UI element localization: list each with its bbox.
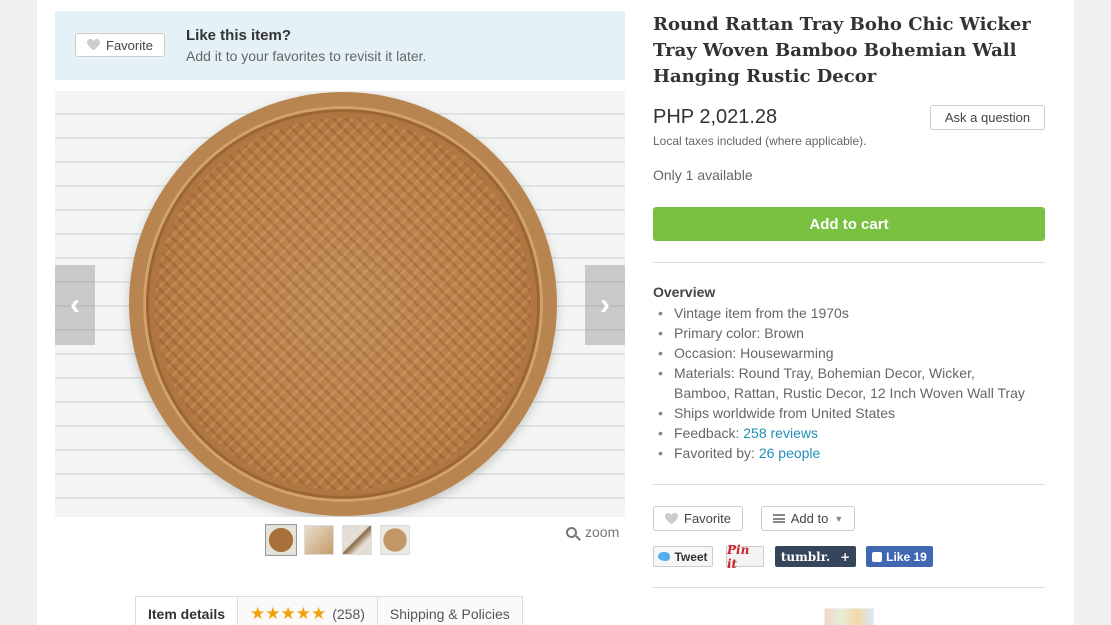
listing-title: Round Rattan Tray Boho Chic Wicker Tray … bbox=[653, 14, 1031, 87]
plus-icon: + bbox=[840, 549, 851, 564]
zoom-button[interactable]: zoom bbox=[566, 524, 619, 540]
tab-shipping-policies[interactable]: Shipping & Policies bbox=[377, 597, 522, 625]
divider bbox=[653, 587, 1045, 588]
overview-materials-line1: Materials: Round Tray, Bohemian Decor, W… bbox=[674, 365, 975, 381]
thumbnail-1[interactable] bbox=[265, 524, 297, 556]
facebook-like-button[interactable]: Like 19 bbox=[866, 546, 933, 567]
list-item: Occasion: Housewarming bbox=[653, 343, 1053, 363]
banner-subtitle: Add it to your favorites to revisit it l… bbox=[186, 48, 427, 64]
pin-label: Pin it bbox=[727, 542, 750, 571]
list-item: Vintage item from the 1970s bbox=[653, 303, 1053, 323]
heart-icon bbox=[665, 512, 679, 524]
add-to-label: Add to bbox=[790, 511, 829, 526]
ask-question-button[interactable]: Ask a question bbox=[930, 105, 1045, 130]
listing-page: Favorite Like this item? Add it to your … bbox=[37, 0, 1074, 625]
rattan-tray-photo bbox=[129, 92, 557, 516]
overview-heading: Overview bbox=[653, 284, 716, 300]
zoom-label: zoom bbox=[585, 524, 620, 540]
tab-item-details[interactable]: Item details bbox=[136, 597, 239, 625]
list-item: Ships worldwide from United States bbox=[653, 403, 1053, 423]
favorited-people-link[interactable]: 26 people bbox=[759, 445, 821, 461]
overview-list: Vintage item from the 1970s Primary colo… bbox=[653, 303, 1053, 463]
tumblr-label: tumblr. bbox=[780, 549, 831, 564]
favorited-label: Favorited by: bbox=[674, 445, 755, 461]
pinterest-button[interactable]: Pin it bbox=[726, 543, 764, 571]
overview-color: Primary color: Brown bbox=[674, 325, 804, 341]
overview-shipping: Ships worldwide from United States bbox=[674, 405, 895, 421]
tab-reviews[interactable]: ★★★★★ (258) bbox=[238, 597, 378, 625]
shop-banner-thumbnail[interactable] bbox=[824, 608, 874, 625]
tumblr-button[interactable]: tumblr. + bbox=[775, 546, 856, 567]
listing-price: PHP 2,021.28 bbox=[653, 106, 778, 128]
tab-shipping-label: Shipping & Policies bbox=[389, 606, 510, 622]
list-icon bbox=[772, 514, 785, 523]
divider bbox=[653, 262, 1045, 263]
banner-favorite-label: Favorite bbox=[106, 37, 153, 53]
caret-down-icon: ▼ bbox=[834, 513, 844, 524]
overview-materials-line2: Bamboo, Rattan, Rustic Decor, 12 Inch Wo… bbox=[674, 385, 1025, 401]
magnifier-icon bbox=[566, 526, 577, 538]
feedback-label: Feedback: bbox=[674, 425, 740, 441]
chevron-right-icon: › bbox=[600, 288, 610, 321]
taxes-note: Local taxes included (where applicable). bbox=[653, 134, 867, 148]
favorite-button[interactable]: Favorite bbox=[653, 506, 743, 531]
thumbnail-2[interactable] bbox=[304, 525, 334, 555]
fb-like-label: Like 19 bbox=[886, 549, 927, 564]
list-item: Feedback: 258 reviews bbox=[653, 423, 1053, 443]
thumbnail-4[interactable] bbox=[380, 525, 410, 555]
availability-text: Only 1 available bbox=[653, 167, 753, 183]
thumbnail-strip bbox=[265, 524, 410, 556]
list-item: Primary color: Brown bbox=[653, 323, 1053, 343]
feedback-reviews-link[interactable]: 258 reviews bbox=[743, 425, 818, 441]
star-rating: ★★★★★ bbox=[250, 604, 327, 623]
overview-occasion: Occasion: Housewarming bbox=[674, 345, 834, 361]
reviews-count: (258) bbox=[332, 606, 365, 622]
chevron-left-icon: ‹ bbox=[70, 288, 80, 321]
banner-title: Like this item? bbox=[186, 27, 292, 44]
heart-icon bbox=[87, 39, 101, 51]
thumbnail-3[interactable] bbox=[342, 525, 372, 555]
tweet-button[interactable]: Tweet bbox=[653, 546, 713, 567]
main-product-image[interactable]: ‹ › bbox=[55, 91, 625, 517]
list-item: Favorited by: 26 people bbox=[653, 443, 1053, 463]
favorite-label: Favorite bbox=[684, 511, 731, 526]
tweet-label: Tweet bbox=[674, 549, 708, 564]
list-item: Materials: Round Tray, Bohemian Decor, W… bbox=[653, 363, 1053, 403]
twitter-bird-icon bbox=[658, 552, 671, 561]
add-to-cart-button[interactable]: Add to cart bbox=[653, 207, 1045, 241]
overview-vintage: Vintage item from the 1970s bbox=[674, 305, 849, 321]
listing-tabs: Item details ★★★★★ (258) Shipping & Poli… bbox=[135, 596, 523, 625]
previous-image-button[interactable]: ‹ bbox=[55, 265, 95, 345]
thumbs-up-icon bbox=[872, 551, 883, 562]
tab-item-details-label: Item details bbox=[148, 606, 226, 622]
add-to-list-button[interactable]: Add to ▼ bbox=[761, 506, 855, 531]
banner-favorite-button[interactable]: Favorite bbox=[75, 33, 165, 57]
divider bbox=[653, 484, 1045, 485]
favorite-banner: Favorite Like this item? Add it to your … bbox=[55, 11, 625, 80]
next-image-button[interactable]: › bbox=[585, 265, 625, 345]
